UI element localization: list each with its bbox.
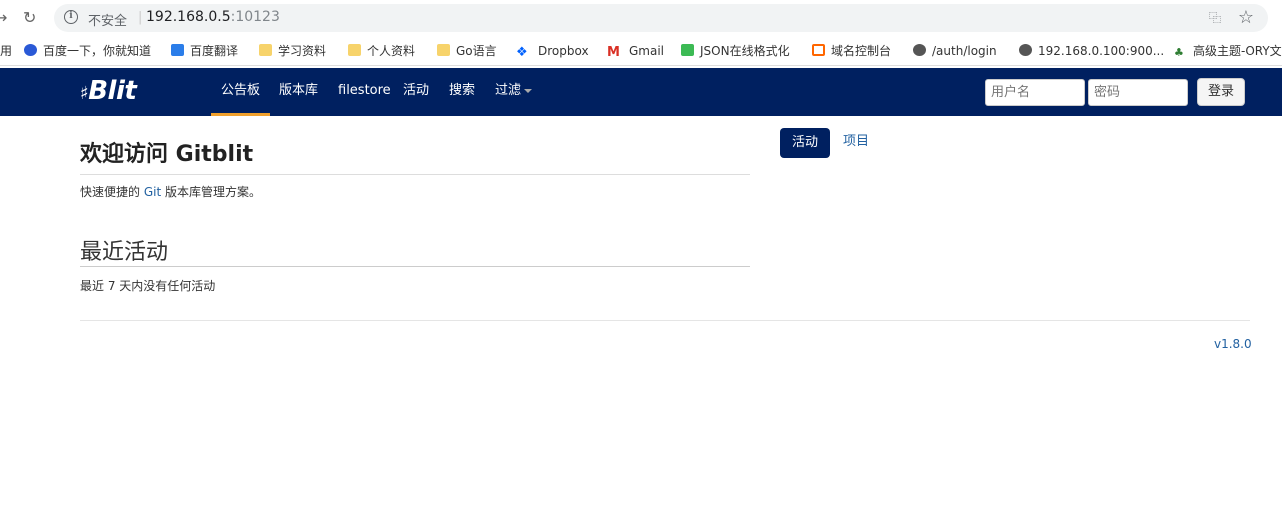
logo-mark-icon: ♯: [80, 83, 89, 104]
browser-toolbar: → ↻ i 不安全 | 192.168.0.5:10123 ⿻ ☆: [0, 0, 1282, 36]
gmail-icon: M: [607, 45, 620, 60]
reload-icon[interactable]: ↻: [23, 8, 36, 28]
folder-icon: [348, 44, 361, 56]
tab-projects[interactable]: 项目: [843, 128, 869, 158]
git-link[interactable]: Git: [144, 185, 161, 199]
nav-dashboard[interactable]: 公告板: [211, 68, 271, 116]
username-input[interactable]: [985, 79, 1085, 106]
folder-icon: [437, 44, 450, 56]
bookmark-baidu[interactable]: 百度一下，你就知道: [24, 42, 151, 60]
bookmark-folder-personal[interactable]: 个人资料: [348, 42, 415, 60]
bookmark-ory[interactable]: ♣ 高级主题-ORY文: [1174, 42, 1282, 60]
nav-search[interactable]: 搜索: [449, 68, 475, 116]
gitblit-logo[interactable]: ♯Blit: [80, 76, 137, 106]
bookmark-dropbox[interactable]: ❖ Dropbox: [516, 42, 589, 60]
bookmark-folder-go[interactable]: Go语言: [437, 42, 497, 60]
json-icon: [681, 44, 694, 56]
footer-divider: [80, 320, 1250, 321]
baidu-paw-icon: [24, 44, 37, 56]
bookmarks-bar: 用 百度一下，你就知道 百度翻译 学习资料 个人资料 Go语言 ❖ Dropbox…: [0, 36, 1282, 66]
tab-activity[interactable]: 活动: [780, 128, 830, 158]
security-label[interactable]: 不安全: [88, 10, 127, 29]
chevron-down-icon: [524, 88, 533, 93]
nav-filestore[interactable]: filestore: [338, 68, 391, 116]
folder-icon: [259, 44, 272, 56]
page-title: 欢迎访问 Gitblit: [80, 142, 254, 167]
title-divider: [80, 174, 750, 175]
translate-icon[interactable]: ⿻: [1206, 9, 1224, 27]
nav-filters[interactable]: 过滤: [495, 68, 533, 116]
address-bar[interactable]: i 不安全 | 192.168.0.5:10123 ⿻ ☆: [54, 4, 1268, 32]
url-text[interactable]: 192.168.0.5:10123: [146, 9, 280, 25]
no-activity-message: 最近 7 天内没有任何活动: [80, 279, 216, 293]
page-subtitle: 快速便捷的 Git 版本库管理方案。: [80, 185, 261, 199]
bookmark-baidu-translate[interactable]: 百度翻译: [171, 42, 238, 60]
login-button[interactable]: 登录: [1197, 78, 1245, 106]
dropbox-icon: ❖: [516, 45, 528, 60]
bookmark-star-icon[interactable]: ☆: [1238, 7, 1254, 28]
forward-arrow-icon[interactable]: →: [0, 8, 7, 28]
version-link[interactable]: v1.8.0: [1214, 337, 1252, 351]
separator: |: [138, 10, 143, 25]
bookmark-auth-login[interactable]: /auth/login: [913, 42, 997, 60]
nav-repositories[interactable]: 版本库: [279, 68, 318, 116]
recent-activity-heading: 最近活动: [80, 240, 169, 265]
bookmark-local-server[interactable]: 192.168.0.100:900...: [1019, 42, 1164, 60]
aliyun-icon: [812, 44, 825, 56]
nav-activity[interactable]: 活动: [403, 68, 429, 116]
bookmark-domain-console[interactable]: 域名控制台: [812, 42, 891, 60]
globe-icon: [913, 44, 926, 56]
bookmark-gmail[interactable]: M Gmail: [607, 42, 664, 60]
tree-icon: ♣: [1174, 46, 1184, 59]
bookmark-apps[interactable]: 用: [0, 42, 12, 60]
password-input[interactable]: [1088, 79, 1188, 106]
translate-app-icon: [171, 44, 184, 56]
bookmark-folder-study[interactable]: 学习资料: [259, 42, 326, 60]
globe-icon: [1019, 44, 1032, 56]
section-divider: [80, 266, 750, 267]
bookmark-json[interactable]: JSON在线格式化: [681, 42, 790, 60]
info-icon[interactable]: i: [64, 10, 78, 24]
